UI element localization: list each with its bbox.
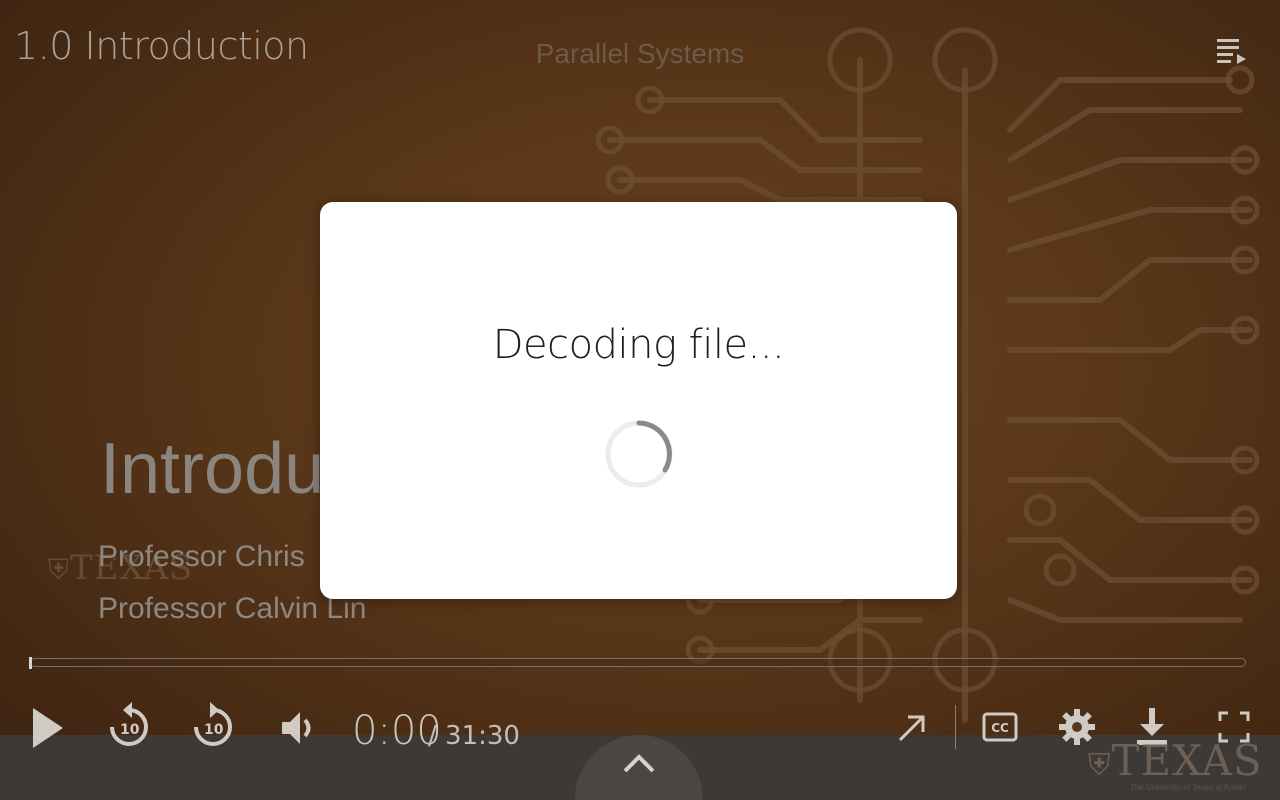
chevron-up-icon	[623, 754, 655, 773]
slide-title: Introdu	[100, 429, 325, 509]
forward-10-label: 10	[204, 722, 224, 738]
video-player[interactable]: 1.0 Introduction Parallel Systems Introd…	[0, 0, 1280, 800]
volume-icon[interactable]	[280, 708, 320, 748]
shield-icon: ⛨	[48, 553, 71, 586]
spinner-icon	[605, 420, 673, 488]
duration: / 31:30	[428, 721, 520, 751]
texas-logo: ⛨TEXAS	[1088, 736, 1263, 785]
rewind-10-button[interactable]: 10	[106, 700, 152, 752]
svg-text:CC: CC	[991, 721, 1009, 735]
logo-subtitle: The University of Texas at Austin	[1130, 783, 1246, 792]
progress-handle[interactable]	[29, 657, 32, 669]
popout-icon[interactable]	[896, 712, 928, 744]
logo-text: TEXAS	[1111, 736, 1263, 785]
shield-icon: ⛨	[1088, 748, 1112, 783]
playlist-icon[interactable]	[1215, 36, 1247, 66]
progress-bar[interactable]	[30, 658, 1246, 667]
presenter-1: Professor Chris	[98, 540, 305, 573]
rewind-10-label: 10	[120, 722, 140, 738]
forward-10-button[interactable]: 10	[190, 700, 236, 752]
controls-divider	[955, 705, 956, 749]
decoding-dialog: Decoding file...	[320, 202, 957, 599]
dialog-message: Decoding file...	[492, 322, 785, 368]
closed-captions-icon[interactable]: CC	[982, 711, 1018, 743]
course-title: Parallel Systems	[535, 38, 745, 69]
play-icon[interactable]	[30, 706, 66, 750]
